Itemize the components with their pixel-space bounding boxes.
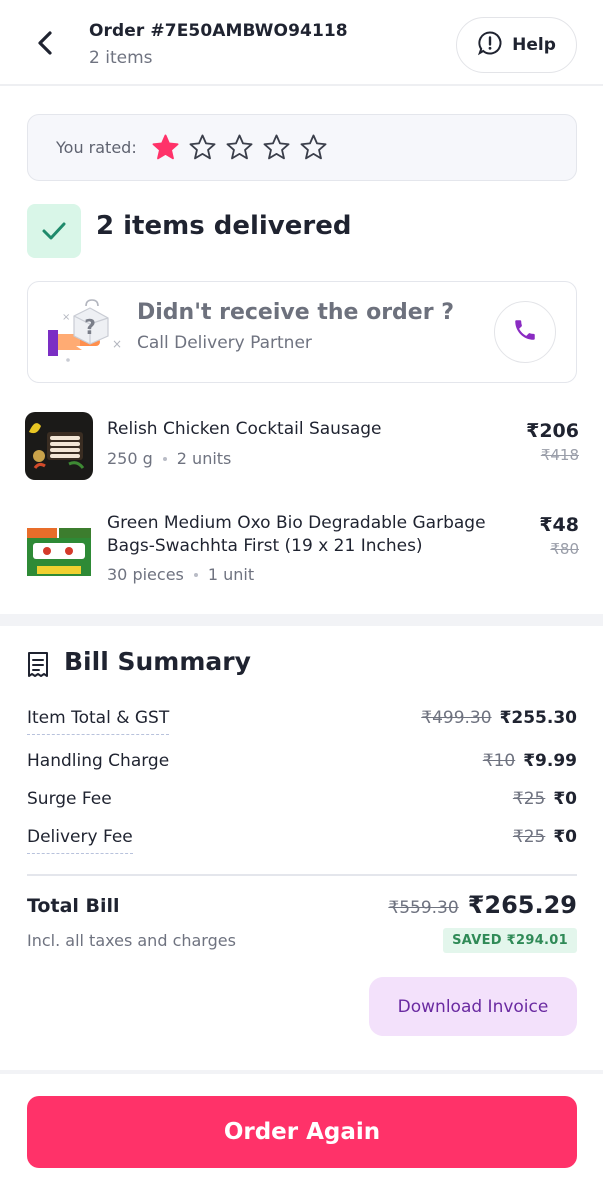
star-empty-icon[interactable] [225, 133, 254, 162]
bill-row-surge: Surge Fee ₹25 ₹0 [27, 789, 577, 817]
garbage-bag-product-image [25, 516, 93, 584]
bill-summary-title: Bill Summary [64, 647, 251, 676]
bill-row-label: Handling Charge [27, 751, 170, 771]
order-again-button[interactable]: Order Again [27, 1096, 577, 1168]
item-units: 2 units [176, 449, 232, 468]
help-label: Help [512, 35, 556, 55]
svg-text:×: × [62, 312, 70, 323]
item-name: Relish Chicken Cocktail Sausage [107, 419, 382, 439]
bill-row-delivery: Delivery Fee ₹25 ₹0 [27, 827, 577, 855]
item-price: ₹48 [539, 514, 579, 536]
total-subtext: Incl. all taxes and charges [27, 931, 236, 950]
bill-row-original: ₹499.30 [421, 708, 492, 728]
item-mrp: ₹80 [550, 540, 579, 558]
download-invoice-button[interactable]: Download Invoice [369, 977, 577, 1036]
call-partner-button[interactable] [494, 301, 556, 363]
svg-text:×: × [112, 337, 122, 351]
not-received-card: ? × × Didn't receive the order ? Call De… [27, 281, 577, 383]
order-item: Relish Chicken Cocktail Sausage 250 g 2 … [0, 410, 603, 490]
star-empty-icon[interactable] [188, 133, 217, 162]
star-filled-icon[interactable] [151, 133, 180, 162]
bill-row-item-total: Item Total & GST ₹499.30 ₹255.30 [27, 708, 577, 736]
phone-icon [512, 317, 538, 347]
item-quantity: 30 pieces [107, 565, 184, 584]
separator-dot [193, 572, 198, 577]
item-meta: 250 g 2 units [107, 449, 231, 468]
receipt-icon [27, 651, 49, 678]
rating-stars [151, 133, 328, 162]
not-received-title: Didn't receive the order ? [137, 300, 454, 325]
bill-row-original: ₹10 [482, 751, 516, 771]
not-received-subtitle: Call Delivery Partner [137, 333, 312, 353]
bill-row-original: ₹25 [512, 789, 546, 809]
saved-badge: SAVED ₹294.01 [443, 928, 577, 953]
bill-row-label: Surge Fee [27, 789, 112, 809]
item-price: ₹206 [526, 420, 579, 442]
item-name: Green Medium Oxo Bio Degradable Garbage … [107, 513, 486, 556]
separator-dot [162, 456, 167, 461]
bill-row-original: ₹25 [512, 827, 546, 847]
chat-help-icon [477, 30, 503, 60]
bill-row-value: ₹255.30 [499, 708, 577, 728]
item-units: 1 unit [207, 565, 255, 584]
bill-row-value: ₹0 [553, 789, 577, 809]
total-bill-label: Total Bill [27, 895, 120, 917]
bill-row-label[interactable]: Item Total & GST [27, 708, 170, 735]
star-empty-icon[interactable] [299, 133, 328, 162]
delivery-status: 2 items delivered [96, 211, 352, 241]
sausage-product-image [25, 412, 93, 480]
back-arrow-icon[interactable] [28, 26, 62, 60]
check-icon [27, 204, 81, 258]
bill-row-label[interactable]: Delivery Fee [27, 827, 133, 854]
bill-divider [27, 874, 577, 876]
header: Order #7E50AMBWO94118 2 items Help [0, 0, 603, 86]
bill-row-value: ₹9.99 [523, 751, 577, 771]
bill-row-handling: Handling Charge ₹10 ₹9.99 [27, 751, 577, 779]
section-divider [0, 614, 603, 626]
bill-row-value: ₹0 [553, 827, 577, 847]
help-button[interactable]: Help [456, 17, 577, 73]
rating-label: You rated: [56, 138, 137, 157]
svg-text:?: ? [84, 315, 96, 339]
total-original: ₹559.30 [388, 898, 459, 918]
item-mrp: ₹418 [540, 446, 579, 464]
total-bill-values: ₹559.30 ₹265.29 [388, 891, 577, 919]
item-quantity: 250 g [107, 449, 153, 468]
rating-card: You rated: [27, 114, 577, 181]
total-value: ₹265.29 [467, 891, 577, 919]
order-item: Green Medium Oxo Bio Degradable Garbage … [0, 508, 603, 598]
items-count: 2 items [89, 48, 153, 68]
order-id: Order #7E50AMBWO94118 [89, 21, 348, 41]
footer-separator [0, 1070, 603, 1074]
star-empty-icon[interactable] [262, 133, 291, 162]
item-meta: 30 pieces 1 unit [107, 565, 254, 584]
missing-package-illustration-icon: ? × × [46, 298, 128, 366]
